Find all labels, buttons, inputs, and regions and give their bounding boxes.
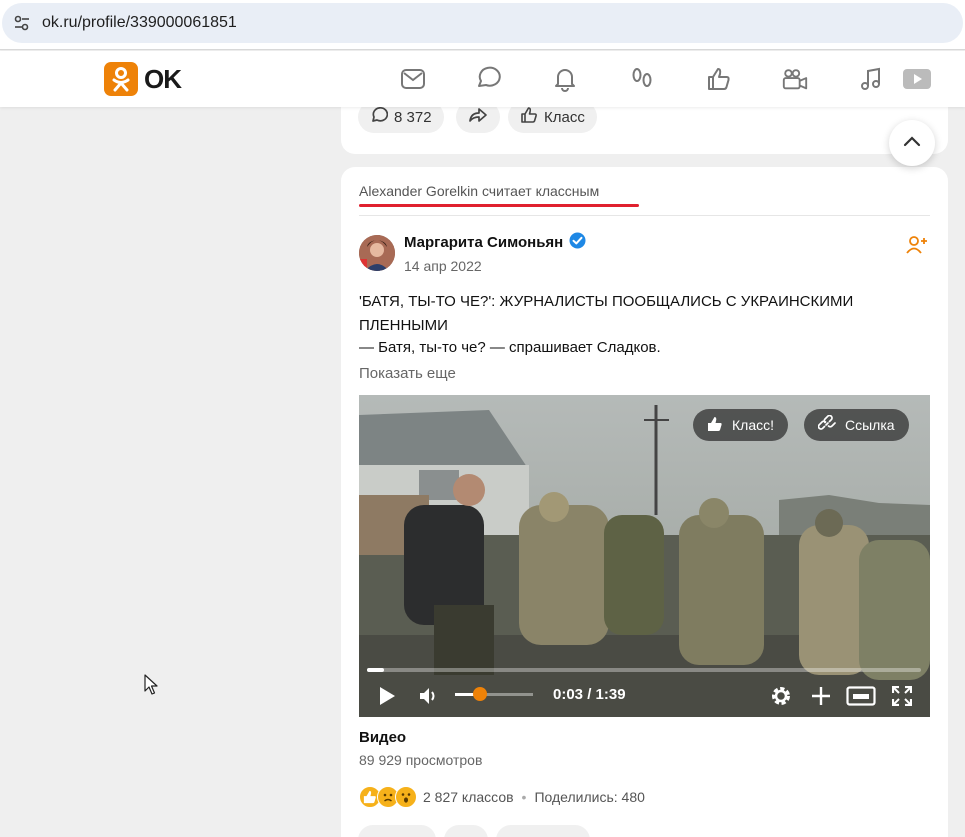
comments-button-partial[interactable]	[358, 825, 436, 837]
video-camera-icon[interactable]	[781, 65, 809, 93]
miniplayer-icon[interactable]	[845, 683, 877, 709]
annotation-underline	[359, 204, 639, 207]
video-progress-bar[interactable]	[367, 668, 921, 672]
bell-icon[interactable]	[551, 65, 579, 93]
video-time: 0:03 / 1:39	[553, 686, 626, 703]
comment-icon	[370, 106, 389, 128]
divider	[359, 215, 930, 216]
reactions-row[interactable]: 2 827 классов • Поделились: 480	[359, 786, 645, 808]
play-icon[interactable]	[375, 683, 399, 709]
author-name-text[interactable]: Маргарита Симоньян	[404, 234, 563, 251]
video-like-button[interactable]: Класс!	[693, 409, 788, 441]
add-friend-icon[interactable]	[906, 235, 928, 260]
omnibox[interactable]: ok.ru/profile/339000061851	[2, 3, 963, 43]
video-play-icon[interactable]	[902, 65, 932, 93]
author-avatar[interactable]	[359, 235, 395, 271]
author-name[interactable]: Маргарита Симоньян	[404, 232, 586, 253]
like-icon[interactable]	[705, 65, 733, 93]
logo-text: OK	[144, 63, 182, 94]
comments-count: 8 372	[394, 108, 432, 126]
url-text[interactable]: ok.ru/profile/339000061851	[42, 14, 237, 32]
video-link-label: Ссылка	[845, 417, 895, 433]
volume-knob[interactable]	[473, 687, 487, 701]
wow-reaction-icon	[395, 786, 417, 808]
settings-gear-icon[interactable]	[768, 683, 794, 709]
video-like-label: Класс!	[732, 417, 774, 433]
mail-icon[interactable]	[399, 65, 427, 93]
like-button-partial[interactable]	[496, 825, 590, 837]
share-button-partial[interactable]	[444, 825, 488, 837]
shares-count[interactable]: Поделились: 480	[534, 789, 644, 805]
chat-icon[interactable]	[475, 65, 503, 93]
video-player[interactable]: Класс! Ссылка 0:03 / 1:39	[359, 395, 930, 717]
video-progress-fill	[367, 668, 384, 672]
music-icon[interactable]	[857, 65, 885, 93]
post-date[interactable]: 14 апр 2022	[404, 258, 482, 274]
volume-slider[interactable]	[455, 693, 533, 696]
video-link-button[interactable]: Ссылка	[804, 409, 909, 441]
video-label: Видео	[359, 729, 407, 746]
show-more-link[interactable]: Показать еще	[359, 365, 456, 382]
like-label: Класс	[544, 108, 585, 126]
chevron-up-icon	[903, 134, 921, 152]
post-text: — Батя, ты-то че? — спрашивает Сладков.	[359, 339, 661, 356]
ok-logo-icon	[104, 62, 138, 96]
scroll-to-top-button[interactable]	[889, 120, 935, 166]
share-icon	[468, 106, 488, 128]
browser-address-bar: ok.ru/profile/339000061851	[0, 0, 965, 50]
fullscreen-icon[interactable]	[889, 683, 915, 709]
site-settings-icon[interactable]	[2, 3, 42, 43]
volume-icon[interactable]	[417, 683, 441, 709]
liked-by-text[interactable]: Alexander Gorelkin считает классным	[359, 183, 599, 199]
link-icon	[817, 414, 836, 436]
thumbs-up-icon	[520, 106, 538, 128]
views-count: 89 929 просмотров	[359, 752, 483, 768]
thumbs-up-icon	[707, 416, 723, 435]
reactions-count[interactable]: 2 827 классов	[423, 789, 514, 805]
site-header: OK	[0, 51, 965, 107]
footprints-icon[interactable]	[628, 65, 656, 93]
separator-dot: •	[521, 789, 527, 805]
ok-logo[interactable]: OK	[104, 62, 182, 96]
mouse-cursor-icon	[144, 674, 158, 701]
feed-post: Alexander Gorelkin считает классным Марг…	[341, 167, 948, 837]
post-title: 'БАТЯ, ТЫ-ТО ЧЕ?': ЖУРНАЛИСТЫ ПООБЩАЛИСЬ…	[359, 293, 854, 334]
verified-badge-icon	[569, 232, 586, 253]
add-plus-icon[interactable]	[808, 683, 834, 709]
